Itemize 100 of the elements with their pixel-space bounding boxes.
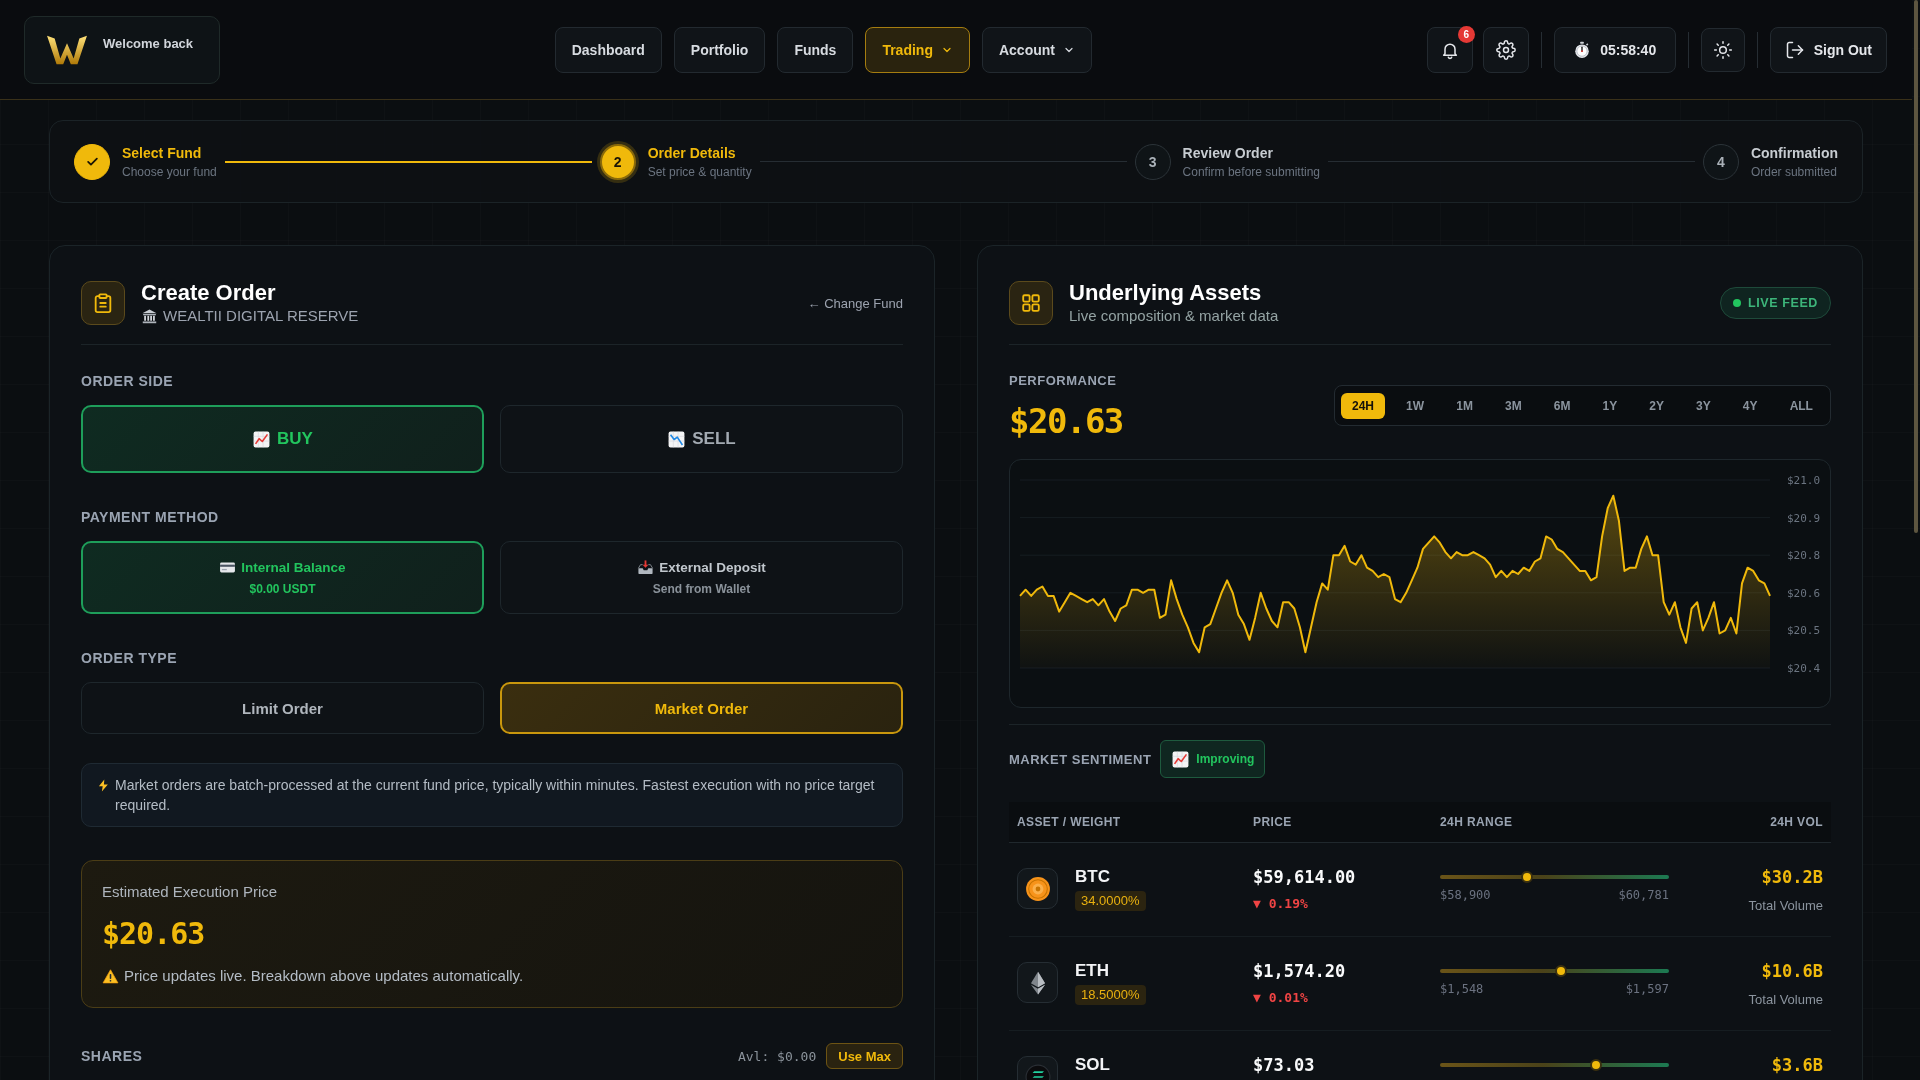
notifications-button[interactable]: 6 bbox=[1426, 26, 1473, 73]
range-tab[interactable]: 1W bbox=[1395, 392, 1436, 419]
performance-price: $20.63 bbox=[1009, 400, 1123, 443]
panel-title: Underlying Assets bbox=[1069, 280, 1263, 306]
side-option[interactable]: SELL bbox=[500, 405, 903, 473]
section-label: SHARES bbox=[81, 1047, 143, 1066]
stopwatch-icon bbox=[1573, 40, 1592, 59]
sun-icon bbox=[1712, 39, 1733, 60]
bank-icon bbox=[141, 307, 158, 325]
nav-button[interactable]: Dashboard bbox=[554, 26, 662, 73]
order-type-option[interactable]: Limit Order bbox=[81, 682, 484, 734]
column-header: 24H RANGE bbox=[1439, 815, 1514, 829]
notification-badge: 6 bbox=[1457, 25, 1475, 43]
payment-option[interactable]: External Deposit Send from Wallet bbox=[500, 541, 903, 614]
panel-subtitle: Live composition & market data bbox=[1069, 306, 1279, 326]
chart-down-icon bbox=[667, 429, 687, 449]
fund-name: WEALTII DIGITAL RESERVE bbox=[163, 306, 359, 326]
asset-price: $1,574.20 bbox=[1253, 961, 1347, 981]
y-axis-label: $20.4 bbox=[1787, 662, 1821, 675]
column-header: ASSET / WEIGHT bbox=[1016, 815, 1122, 829]
sign-out-icon bbox=[1784, 39, 1805, 60]
step-number: 3 bbox=[1134, 143, 1171, 180]
y-axis-label: $20.6 bbox=[1787, 586, 1821, 600]
estimate-note: Price updates live. Breakdown above updates automatically. bbox=[124, 966, 524, 986]
weight-percent: 34.0000% bbox=[1075, 891, 1146, 911]
range-tab[interactable]: 6M bbox=[1542, 392, 1582, 419]
change-fund-link[interactable]: ← Change Fund bbox=[807, 295, 903, 311]
step-title: Review Order bbox=[1182, 143, 1274, 162]
order-type-option[interactable]: Market Order bbox=[500, 682, 903, 734]
step-subtitle: Choose your fund bbox=[122, 163, 217, 180]
section-label: ORDER TYPE bbox=[81, 649, 178, 668]
column-header: PRICE bbox=[1252, 815, 1293, 829]
chart-up-icon bbox=[1171, 749, 1191, 769]
nav-button[interactable]: Trading bbox=[865, 26, 970, 73]
asset-symbol: SOL bbox=[1075, 1055, 1110, 1075]
settings-button[interactable] bbox=[1482, 26, 1529, 73]
range-high: $60,781 bbox=[1618, 888, 1669, 902]
theme-toggle-button[interactable] bbox=[1700, 27, 1745, 72]
y-axis-label: $20.5 bbox=[1787, 624, 1821, 638]
y-axis-label: $21.0 bbox=[1787, 474, 1821, 487]
step-subtitle: Order submitted bbox=[1750, 163, 1838, 180]
volume-value: $30.2B bbox=[1760, 867, 1823, 887]
range-tab[interactable]: 3M bbox=[1493, 392, 1533, 419]
coin-icon bbox=[1017, 868, 1058, 909]
volume-value: $10.6B bbox=[1760, 961, 1823, 981]
range-tab[interactable]: 1M bbox=[1445, 392, 1484, 419]
step-title: Confirmation bbox=[1750, 143, 1838, 162]
asset-symbol: BTC bbox=[1075, 867, 1111, 887]
price-change: ▼ 0.01% bbox=[1253, 990, 1309, 1006]
section-label: PAYMENT METHOD bbox=[81, 508, 220, 527]
range-tab[interactable]: 1Y bbox=[1591, 392, 1629, 419]
nav-button[interactable]: Funds bbox=[777, 26, 854, 73]
warning-icon bbox=[102, 967, 119, 985]
range-high: $1,597 bbox=[1625, 982, 1669, 996]
timer-text: 05:58:40 bbox=[1600, 41, 1657, 58]
scrollbar-thumb[interactable] bbox=[1914, 0, 1918, 533]
y-axis-label: $20.9 bbox=[1787, 511, 1821, 525]
asset-price: $59,614.00 bbox=[1253, 867, 1357, 887]
range-tab[interactable]: 2Y bbox=[1638, 392, 1675, 419]
nav-button[interactable]: Account bbox=[981, 26, 1092, 73]
clipboard-icon bbox=[81, 281, 125, 325]
greeting-text: Welcome back bbox=[103, 35, 194, 52]
nav-button[interactable]: Portfolio bbox=[673, 26, 766, 73]
volume-caption: Total Volume bbox=[1747, 898, 1823, 914]
weight-percent: 18.5000% bbox=[1075, 985, 1146, 1005]
range-tab[interactable]: 3Y bbox=[1685, 392, 1722, 419]
step-title: Select Fund bbox=[122, 143, 203, 162]
range-low: $1,548 bbox=[1440, 982, 1484, 996]
grid-icon bbox=[1009, 281, 1053, 325]
range-tab[interactable]: 24H bbox=[1341, 392, 1385, 419]
step-subtitle: Confirm before submitting bbox=[1182, 163, 1320, 180]
inbox-tray-icon bbox=[637, 559, 655, 576]
payment-option[interactable]: Internal Balance $0.00 USDT bbox=[81, 541, 484, 614]
sentiment-text: Improving bbox=[1196, 752, 1255, 766]
info-text: Market orders are batch-processed at the current fund price, typically within minutes. Fastest execution with no price target required. bbox=[115, 776, 876, 815]
asset-symbol: ETH bbox=[1075, 961, 1110, 981]
step-number: 4 bbox=[1702, 143, 1739, 180]
step-number: 2 bbox=[599, 143, 636, 180]
use-max-button[interactable]: Use Max bbox=[826, 1043, 903, 1069]
range-tab[interactable]: ALL bbox=[1778, 392, 1824, 419]
section-label: ORDER SIDE bbox=[81, 372, 175, 391]
chart-up-icon bbox=[252, 429, 272, 449]
volume-caption: Total Volume bbox=[1747, 992, 1823, 1008]
panel-title: Create Order bbox=[141, 280, 277, 306]
settings-icon bbox=[1495, 39, 1516, 60]
range-low: $58,900 bbox=[1440, 888, 1491, 902]
performance-label: PERFORMANCE bbox=[1009, 373, 1118, 389]
side-option[interactable]: BUY bbox=[81, 405, 484, 473]
price-change: ▼ 0.19% bbox=[1253, 896, 1309, 912]
volume-value: $3.6B bbox=[1770, 1055, 1823, 1075]
step-subtitle: Set price & quantity bbox=[647, 163, 752, 180]
sign-out-button[interactable]: Sign Out bbox=[1769, 26, 1887, 73]
column-header: 24H VOL bbox=[1769, 815, 1824, 829]
estimate-price: $20.63 bbox=[102, 915, 206, 953]
asset-price: $73.03 bbox=[1253, 1055, 1316, 1075]
estimate-label: Estimated Execution Price bbox=[102, 882, 279, 902]
available-balance: Avl: $0.00 bbox=[737, 1048, 817, 1064]
status-dot-icon bbox=[1733, 299, 1741, 307]
step-title: Order Details bbox=[647, 143, 737, 162]
range-tab[interactable]: 4Y bbox=[1731, 392, 1769, 419]
